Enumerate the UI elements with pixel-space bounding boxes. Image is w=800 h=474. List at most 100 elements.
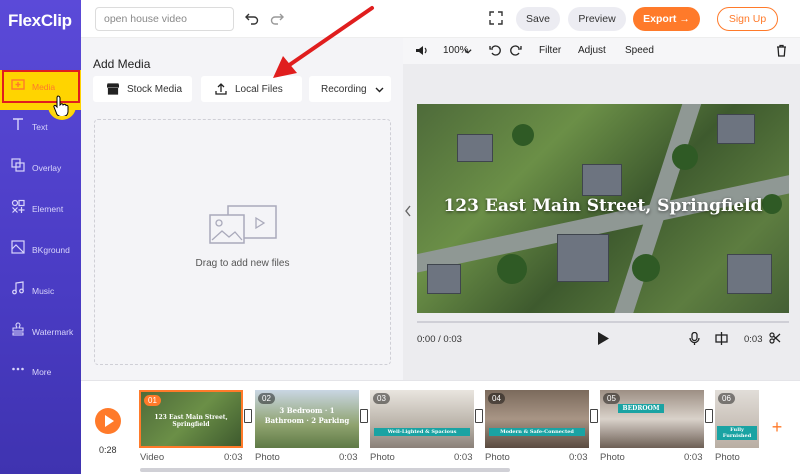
sidebar-item-more[interactable]: More xyxy=(0,355,81,395)
total-time: 0:28 xyxy=(99,445,117,455)
sign-up-button[interactable]: Sign Up xyxy=(717,7,778,31)
sidebar-item-watermark[interactable]: Watermark xyxy=(0,315,81,355)
project-name-input[interactable]: open house video xyxy=(95,7,234,31)
speed-button[interactable]: Speed xyxy=(625,45,654,56)
preview-area: 100% Filter Adjust Speed 123 East Main S… xyxy=(403,38,800,380)
media-files-icon xyxy=(209,205,277,244)
add-clip-button[interactable]: + xyxy=(766,417,788,439)
timeline-clip[interactable]: 05 BEDROOM xyxy=(600,390,704,448)
clip-duration: 0:03 xyxy=(569,452,588,463)
clip-type: Photo xyxy=(255,452,280,463)
filter-button[interactable]: Filter xyxy=(539,45,561,56)
clip-duration: 0:03 xyxy=(744,334,763,345)
sidebar-item-music[interactable]: Music xyxy=(0,274,81,314)
sidebar-item-label: Music xyxy=(32,286,55,296)
trash-icon[interactable] xyxy=(775,44,788,57)
clip-number: 02 xyxy=(258,393,275,404)
top-bar: open house video Save Preview Export → S… xyxy=(81,0,800,38)
timeline-clip[interactable]: 01 123 East Main Street, Springfield xyxy=(139,390,243,448)
upload-icon xyxy=(215,83,227,95)
split-icon[interactable] xyxy=(715,332,728,345)
text-icon xyxy=(13,118,23,130)
preview-button[interactable]: Preview xyxy=(568,7,626,31)
overlay-icon xyxy=(11,158,25,172)
media-icon xyxy=(11,79,25,90)
sidebar: FlexClip Media Text Overlay Element BKgr… xyxy=(0,0,81,474)
sidebar-item-label: More xyxy=(32,367,52,377)
element-icon xyxy=(11,199,25,213)
timeline-clip[interactable]: 06 Fully Furnished xyxy=(715,390,759,448)
clip-duration: 0:03 xyxy=(454,452,473,463)
clip-duration: 0:03 xyxy=(684,452,703,463)
transition-button[interactable] xyxy=(244,409,252,423)
transition-button[interactable] xyxy=(475,409,483,423)
clip-text: Fully Furnished xyxy=(717,426,757,440)
clip-text: 123 East Main Street, Springfield xyxy=(154,414,228,428)
sidebar-item-label: BKground xyxy=(32,245,70,255)
clip-text: Modern & Safe-Connected xyxy=(489,428,585,436)
collapse-panel-toggle[interactable] xyxy=(403,200,413,222)
clip-type: Photo xyxy=(600,452,625,463)
clip-duration: 0:03 xyxy=(339,452,358,463)
microphone-icon[interactable] xyxy=(689,332,700,345)
play-icon[interactable] xyxy=(597,332,609,345)
timeline-play-button[interactable] xyxy=(95,408,121,434)
clip-number: 03 xyxy=(373,393,390,404)
clip-type: Photo xyxy=(370,452,395,463)
background-icon xyxy=(11,240,25,254)
stock-media-label: Stock Media xyxy=(127,83,183,95)
flexclip-logo[interactable]: FlexClip xyxy=(8,11,72,31)
sidebar-item-overlay[interactable]: Overlay xyxy=(0,151,81,191)
rotate-right-icon[interactable] xyxy=(509,44,522,57)
volume-icon[interactable] xyxy=(415,44,428,57)
clip-duration: 0:03 xyxy=(224,452,243,463)
transition-button[interactable] xyxy=(360,409,368,423)
video-title-overlay: 123 East Main Street, Springfield xyxy=(443,196,763,216)
clip-type: Photo xyxy=(715,452,740,463)
sidebar-item-label: Media xyxy=(32,82,56,92)
panel-title: Add Media xyxy=(93,57,151,71)
clip-type: Video xyxy=(140,452,165,463)
clip-text: Well-Lighted & Spacious xyxy=(374,428,470,436)
sidebar-item-bkground[interactable]: BKground xyxy=(0,233,81,273)
transition-button[interactable] xyxy=(705,409,713,423)
preview-toolbar: 100% Filter Adjust Speed xyxy=(403,38,800,64)
timeline-scrollbar[interactable] xyxy=(140,468,510,472)
dropzone-text: Drag to add new files xyxy=(195,258,290,269)
store-icon xyxy=(107,83,119,95)
rotate-left-icon[interactable] xyxy=(489,44,502,57)
timeline-clip[interactable]: 04 Modern & Safe-Connected xyxy=(485,390,589,448)
clip-number: 06 xyxy=(718,393,735,404)
video-preview[interactable]: 123 East Main Street, Springfield xyxy=(417,104,789,313)
music-icon xyxy=(12,281,24,295)
clip-number: 04 xyxy=(488,393,505,404)
export-button[interactable]: Export → xyxy=(633,7,700,31)
sidebar-item-text[interactable]: Text xyxy=(0,110,81,150)
chevron-left-icon xyxy=(405,205,411,217)
adjust-button[interactable]: Adjust xyxy=(578,45,606,56)
sidebar-item-element[interactable]: Element xyxy=(0,192,81,232)
stock-media-button[interactable]: Stock Media xyxy=(93,76,192,102)
transition-button[interactable] xyxy=(590,409,598,423)
clip-text: BEDROOM xyxy=(618,404,664,413)
clip-number: 01 xyxy=(144,395,161,406)
sidebar-item-label: Text xyxy=(32,122,48,132)
clip-number: 05 xyxy=(603,393,620,404)
chevron-down-icon[interactable] xyxy=(464,47,472,55)
file-dropzone[interactable]: Drag to add new files xyxy=(94,119,391,365)
watermark-icon xyxy=(12,322,24,336)
more-icon xyxy=(12,367,24,371)
save-button[interactable]: Save xyxy=(516,7,560,31)
timeline-clip[interactable]: 03 Well-Lighted & Spacious xyxy=(370,390,474,448)
playback-progress-bar[interactable] xyxy=(417,321,789,323)
scissors-icon[interactable] xyxy=(769,332,781,344)
timeline-clip[interactable]: 02 3 Bedroom · 1 Bathroom · 2 Parking xyxy=(255,390,359,448)
playback-time: 0:00 / 0:03 xyxy=(417,334,462,345)
fullscreen-icon[interactable] xyxy=(489,11,503,25)
clip-type: Photo xyxy=(485,452,510,463)
timeline: 0:28 01 123 East Main Street, Springfiel… xyxy=(81,380,800,474)
sidebar-item-label: Element xyxy=(32,204,64,214)
red-arrow-annotation xyxy=(273,6,374,78)
clip-text: 3 Bedroom · 1 Bathroom · 2 Parking xyxy=(264,406,350,425)
sidebar-item-label: Overlay xyxy=(32,163,62,173)
